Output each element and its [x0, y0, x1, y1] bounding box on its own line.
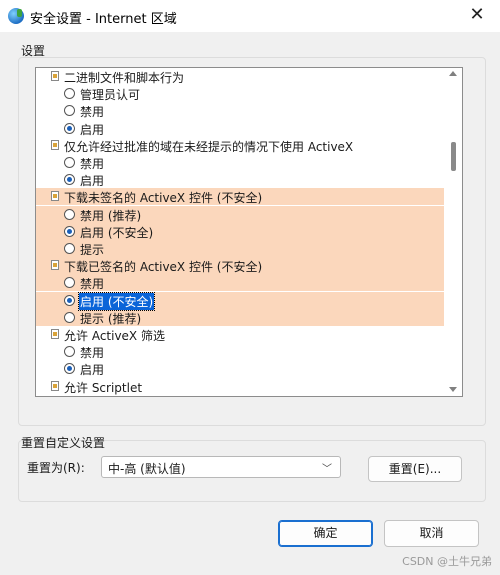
window-title: 安全设置 - Internet 区域 — [30, 12, 177, 27]
radio-checked-icon[interactable] — [64, 225, 75, 237]
setting-heading[interactable]: 下载未签名的 ActiveX 控件 (不安全) — [36, 188, 444, 206]
setting-option-label[interactable]: 提示 (推荐) — [79, 310, 142, 327]
cancel-button[interactable]: 取消 — [384, 520, 479, 547]
setting-heading[interactable]: 允许 ActiveX 筛选 — [36, 326, 444, 343]
setting-option[interactable]: 启用 — [36, 120, 444, 137]
setting-option-label[interactable]: 启用 (不安全) — [77, 291, 156, 311]
radio-checked-icon[interactable] — [64, 122, 75, 134]
setting-option[interactable]: 禁用 (推荐) — [36, 205, 444, 224]
radio-unchecked-icon[interactable] — [64, 243, 75, 254]
radio-unchecked-icon[interactable] — [64, 88, 75, 100]
setting-option-label[interactable]: 禁用 — [79, 155, 105, 172]
setting-option-label[interactable]: 禁用 — [79, 344, 105, 361]
reset-button[interactable]: 重置(E)... — [368, 456, 462, 482]
reset-to-label: 重置为(R): — [27, 461, 85, 475]
radio-unchecked-icon[interactable] — [64, 346, 75, 358]
setting-heading-label: 二进制文件和脚本行为 — [64, 71, 185, 85]
setting-option-label[interactable]: 启用 — [79, 361, 105, 378]
ok-button[interactable]: 确定 — [278, 520, 373, 547]
reset-level-value: 中-高 (默认值) — [108, 462, 186, 476]
radio-unchecked-icon[interactable] — [64, 311, 75, 323]
setting-heading[interactable]: 允许 Scriptlet — [36, 378, 444, 395]
settings-tree[interactable]: 允许 Scriptlet 启用 禁用 允许 ActiveX 筛选 提示 (推荐) 启用 (… — [35, 67, 463, 397]
setting-option-label[interactable]: 禁用 — [79, 103, 105, 120]
vertical-scrollbar[interactable] — [445, 68, 462, 396]
reset-group-label: 重置自定义设置 — [21, 436, 106, 450]
radio-unchecked-icon[interactable] — [64, 157, 75, 168]
setting-option-label[interactable]: 启用 — [79, 172, 105, 189]
radio-checked-icon[interactable] — [64, 174, 75, 186]
setting-option[interactable]: 启用 — [36, 360, 444, 377]
scroll-down-arrow-icon[interactable] — [449, 387, 457, 392]
setting-option-label[interactable]: 禁用 (推荐) — [79, 207, 142, 224]
setting-category-icon — [51, 329, 59, 339]
radio-unchecked-icon[interactable] — [64, 277, 75, 289]
setting-option-label[interactable]: 启用 — [79, 121, 105, 138]
radio-unchecked-icon[interactable] — [64, 105, 75, 117]
setting-heading-label: 下载已签名的 ActiveX 控件 (不安全) — [64, 260, 263, 275]
setting-heading-label: 仅允许经过批准的域在未经提示的情况下使用 ActiveX — [64, 139, 354, 154]
title-bar: 安全设置 - Internet 区域 ✕ — [0, 0, 500, 32]
setting-category-icon — [51, 191, 59, 202]
setting-option-label[interactable]: 管理员认可 — [79, 86, 141, 103]
chevron-down-icon: ﹀ — [322, 464, 332, 475]
scrollbar-thumb[interactable] — [451, 142, 456, 171]
setting-category-icon — [51, 71, 59, 81]
setting-category-icon — [51, 380, 59, 391]
setting-option-label[interactable]: 启用 (不安全) — [79, 224, 154, 241]
setting-category-icon — [51, 139, 59, 150]
setting-heading-label: 允许 ActiveX 筛选 — [64, 329, 165, 343]
radio-unchecked-icon[interactable] — [64, 208, 75, 220]
reset-level-select[interactable]: 中-高 (默认值) ﹀ — [101, 456, 341, 478]
setting-option-label[interactable]: 禁用 — [79, 275, 105, 292]
setting-option[interactable]: 提示 (推荐) — [36, 308, 444, 327]
setting-option[interactable]: 禁用 — [36, 343, 444, 360]
setting-heading[interactable]: 下载已签名的 ActiveX 控件 (不安全) — [36, 257, 444, 275]
setting-option[interactable]: 启用 (不安全) — [36, 222, 444, 241]
radio-checked-icon[interactable] — [64, 294, 75, 306]
scroll-up-arrow-icon[interactable] — [449, 71, 457, 76]
setting-heading-label: 允许 Scriptlet — [64, 380, 143, 395]
setting-option[interactable]: 管理员认可 — [36, 85, 444, 102]
setting-heading-label: 下载未签名的 ActiveX 控件 (不安全) — [64, 191, 263, 206]
setting-heading[interactable]: 仅允许经过批准的域在未经提示的情况下使用 ActiveX — [36, 137, 444, 154]
radio-checked-icon[interactable] — [64, 363, 75, 375]
watermark: CSDN @土牛兄弟 — [402, 555, 492, 568]
settings-group-label: 设置 — [21, 44, 46, 58]
setting-option[interactable]: 提示 — [36, 240, 444, 257]
setting-heading[interactable]: 二进制文件和脚本行为 — [36, 68, 444, 85]
setting-category-icon — [51, 260, 59, 271]
setting-option[interactable]: 禁用 — [36, 102, 444, 119]
setting-option[interactable]: 禁用 — [36, 154, 444, 171]
setting-option[interactable]: 启用 (不安全) — [36, 291, 444, 311]
setting-option-label[interactable]: 提示 — [79, 241, 105, 258]
internet-globe-icon — [8, 8, 24, 24]
close-button[interactable]: ✕ — [454, 0, 500, 32]
setting-option[interactable]: 禁用 — [36, 274, 444, 292]
setting-option[interactable]: 启用 — [36, 171, 444, 188]
